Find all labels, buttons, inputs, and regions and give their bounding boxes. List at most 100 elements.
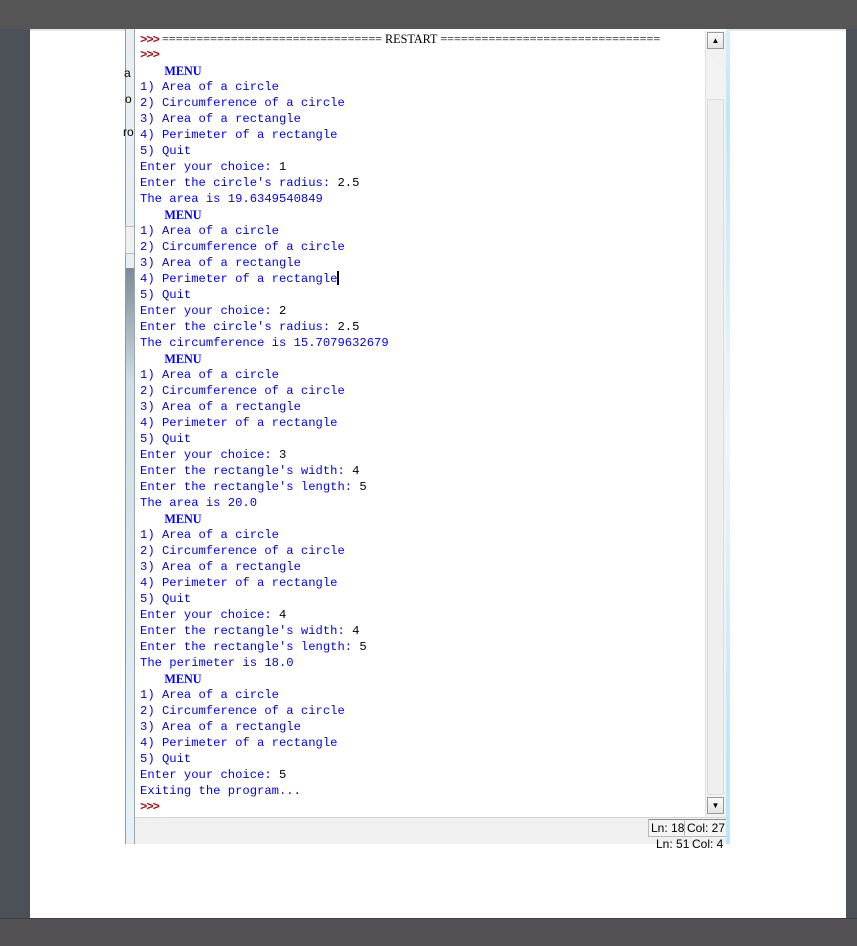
shell-line: 3) Area of a rectangle: [140, 255, 301, 271]
output-text: 1) Area of a circle: [140, 224, 279, 238]
input-prompt-text: Enter the rectangle's length:: [140, 640, 360, 654]
menu-heading: MENU: [140, 208, 202, 222]
shell-line: 2) Circumference of a circle: [140, 383, 345, 399]
input-prompt-text: Enter your choice:: [140, 304, 279, 318]
viewer-right-margin: [846, 29, 857, 918]
input-prompt-text: Enter your choice:: [140, 160, 279, 174]
shell-line: 2) Circumference of a circle: [140, 543, 345, 559]
shell-line: 3) Area of a rectangle: [140, 559, 301, 575]
menu-heading: MENU: [140, 352, 202, 366]
output-text: The perimeter is 18.0: [140, 656, 294, 670]
shell-line: 4) Perimeter of a rectangle: [140, 127, 337, 143]
user-input-value: 5: [278, 768, 287, 782]
restart-line: >>> ================================ RES…: [140, 31, 660, 47]
background-line-status: Ln: 51: [656, 838, 690, 848]
output-text: 4) Perimeter of a rectangle: [140, 576, 338, 590]
shell-line: MENU: [140, 351, 202, 367]
shell-line: The area is 19.6349540849: [140, 191, 323, 207]
scroll-thumb[interactable]: [707, 99, 724, 795]
vertical-scrollbar[interactable]: ▲ ▼: [705, 31, 726, 817]
shell-line: Enter the circle's radius: 2.5: [140, 319, 359, 335]
shell-line: 5) Quit: [140, 591, 191, 607]
user-input-value: 2.5: [337, 320, 360, 334]
shell-line: Enter your choice: 5: [140, 767, 286, 783]
output-text: 2) Circumference of a circle: [140, 704, 345, 718]
input-prompt-text: Enter the rectangle's length:: [140, 480, 360, 494]
status-bar: Ln: 18 Col: 27 Ln: 51 Col: 4: [135, 817, 729, 848]
shell-line: MENU: [140, 511, 202, 527]
shell-line: 2) Circumference of a circle: [140, 703, 345, 719]
background-window-panel: [126, 268, 134, 838]
output-text: 3) Area of a rectangle: [140, 256, 301, 270]
text-cursor: [337, 271, 340, 285]
shell-line: 5) Quit: [140, 143, 191, 159]
shell-line: 1) Area of a circle: [140, 79, 279, 95]
shell-line: 1) Area of a circle: [140, 223, 279, 239]
user-input-value: 4: [352, 624, 360, 638]
user-input-value: 2.5: [337, 176, 360, 190]
shell-line: Enter your choice: 1: [140, 159, 286, 175]
output-text: 2) Circumference of a circle: [140, 96, 345, 110]
shell-line: >>>: [140, 799, 160, 815]
user-input-value: 3: [278, 448, 287, 462]
user-input-value: 4: [278, 608, 287, 622]
shell-line: 5) Quit: [140, 287, 191, 303]
scroll-down-button[interactable]: ▼: [707, 797, 724, 814]
input-prompt-text: Enter the circle's radius:: [140, 320, 338, 334]
shell-line: 1) Area of a circle: [140, 527, 279, 543]
shell-line: MENU: [140, 63, 202, 79]
output-text: The circumference is 15.7079632679: [140, 336, 389, 350]
output-text: 3) Area of a rectangle: [140, 112, 301, 126]
menu-heading: MENU: [140, 672, 202, 686]
arrow-up-icon: ▲: [711, 36, 720, 45]
input-prompt-text: Enter your choice:: [140, 448, 279, 462]
output-text: 1) Area of a circle: [140, 368, 279, 382]
output-text: 1) Area of a circle: [140, 688, 279, 702]
background-window-text: o: [125, 92, 132, 106]
shell-line: Enter your choice: 3: [140, 447, 286, 463]
shell-line: 1) Area of a circle: [140, 687, 279, 703]
input-prompt-text: Enter the rectangle's width:: [140, 464, 353, 478]
output-text: 4) Perimeter of a rectangle: [140, 272, 338, 286]
column-number-status: Col: 27: [684, 819, 729, 837]
scroll-track[interactable]: [707, 51, 724, 99]
output-text: Exiting the program...: [140, 784, 301, 798]
shell-line: Exiting the program...: [140, 783, 301, 799]
user-input-value: 1: [278, 160, 287, 174]
output-text: 2) Circumference of a circle: [140, 240, 345, 254]
menu-heading: MENU: [140, 64, 202, 78]
output-text: 5) Quit: [140, 432, 192, 446]
user-input-value: 4: [352, 464, 360, 478]
output-text: 3) Area of a rectangle: [140, 400, 301, 414]
shell-line: MENU: [140, 207, 202, 223]
restart-label: RESTART: [385, 32, 438, 46]
output-text: 2) Circumference of a circle: [140, 544, 345, 558]
output-text: 4) Perimeter of a rectangle: [140, 128, 338, 142]
shell-prompt: >>>: [140, 48, 160, 62]
shell-line: Enter the rectangle's width: 4: [140, 623, 359, 639]
menu-heading: MENU: [140, 512, 202, 526]
background-window-text: a: [124, 66, 131, 80]
shell-line: 2) Circumference of a circle: [140, 95, 345, 111]
output-text: 4) Perimeter of a rectangle: [140, 736, 338, 750]
arrow-down-icon: ▼: [711, 801, 720, 810]
output-text: 5) Quit: [140, 144, 192, 158]
output-text: 3) Area of a rectangle: [140, 720, 301, 734]
background-window-text: ro: [123, 125, 134, 139]
user-input-value: 5: [359, 640, 367, 654]
input-prompt-text: Enter the rectangle's width:: [140, 624, 353, 638]
shell-line: 1) Area of a circle: [140, 367, 279, 383]
output-text: 3) Area of a rectangle: [140, 560, 301, 574]
shell-line: MENU: [140, 671, 202, 687]
output-text: 1) Area of a circle: [140, 80, 279, 94]
shell-text-area[interactable]: >>> ================================ RES…: [135, 31, 705, 815]
output-text: 2) Circumference of a circle: [140, 384, 345, 398]
shell-line: Enter your choice: 4: [140, 607, 286, 623]
shell-line: Enter the rectangle's length: 5: [140, 479, 367, 495]
scroll-up-button[interactable]: ▲: [707, 32, 724, 49]
shell-line: Enter the rectangle's length: 5: [140, 639, 367, 655]
restart-rule-right: ================================: [437, 32, 661, 46]
python-shell-window: >>> ================================ RES…: [134, 29, 730, 848]
shell-line: 4) Perimeter of a rectangle: [140, 271, 340, 287]
input-prompt-text: Enter the circle's radius:: [140, 176, 338, 190]
